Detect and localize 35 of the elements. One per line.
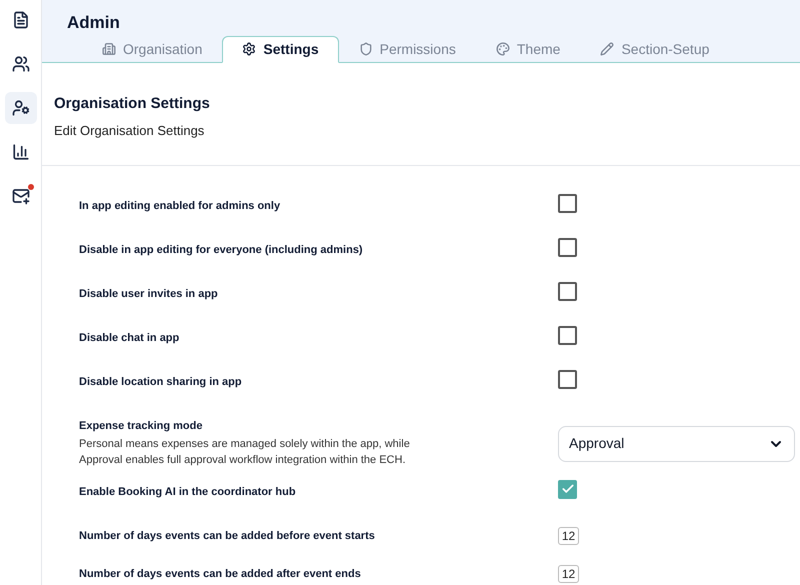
setting-label: Disable location sharing in app [79,374,243,390]
number-field[interactable]: 12 [558,526,579,544]
building-icon [102,42,116,56]
page-title: Admin [66,12,121,34]
setting-description: Personal means expenses are managed solely within the app, while Approval enables full approval workflow integration within the ECH. [79,437,411,468]
checkbox[interactable] [558,370,577,388]
setting-label: In app editing enabled for admins only [79,198,282,214]
checkbox[interactable] [558,282,577,300]
shield-icon [358,42,373,56]
checkbox[interactable] [558,480,577,498]
settings-icon [242,42,256,56]
users-icon [12,55,30,73]
section-title: Organisation Settings [54,94,211,114]
setting-label: Number of days events can be added before event starts [79,528,376,544]
user-gear-icon [12,99,30,117]
checkbox[interactable] [558,194,577,212]
setting-label: Expense tracking mode [79,418,204,434]
pencil-icon [600,42,614,56]
section-subtitle: Edit Organisation Settings [54,122,206,140]
setting-label: Enable Booking AI in the coordinator hub [79,484,297,500]
setting-label: Disable user invites in app [79,286,219,302]
checkbox[interactable] [558,326,577,344]
document-icon [12,11,30,29]
setting-label: Number of days events can be added after event ends [79,566,362,582]
bar-chart-icon [12,143,30,161]
check-icon [560,482,574,496]
setting-label: Disable chat in app [79,330,180,346]
mail-icon [12,187,30,205]
setting-label: Disable in app editing for everyone (including admins) [79,242,364,258]
tab[interactable]: Settings [222,36,339,62]
number-field[interactable]: 12 [558,564,579,582]
select-field[interactable]: Approval [558,426,795,462]
checkbox[interactable] [558,238,577,256]
sidebar-item[interactable] [4,92,36,124]
palette-icon [496,42,510,56]
